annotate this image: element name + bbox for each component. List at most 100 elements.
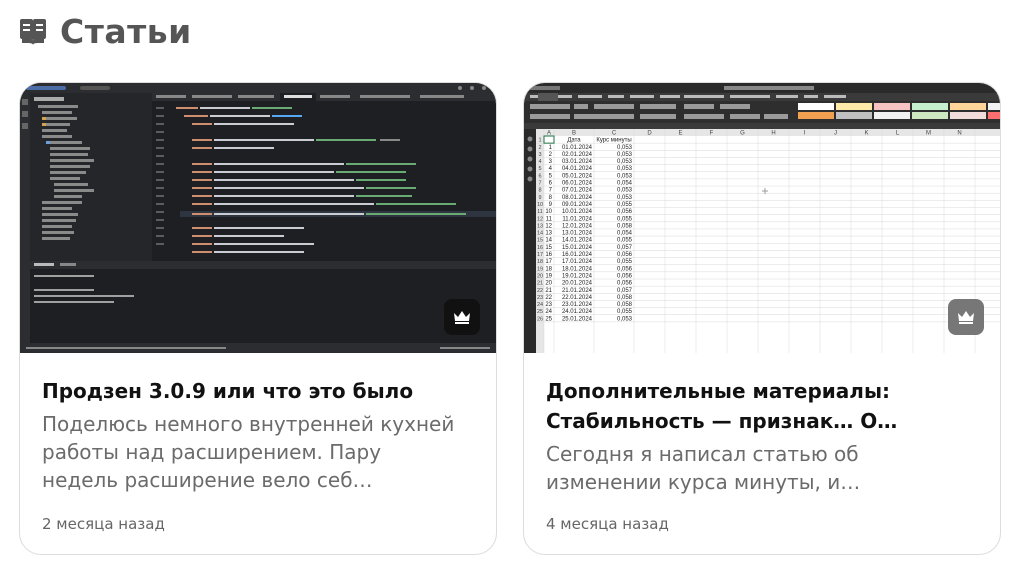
row-header: 8 [538,188,541,194]
sheet-cell: 09.01.2024 [562,202,593,208]
sheet-cell: 0,053 [617,166,633,172]
sheet-cell: 0,055 [617,259,633,265]
row-header: 21 [537,281,543,287]
row-header: 20 [537,273,543,279]
sheet-cell: 14 [545,238,552,244]
sheet-cell: 0,056 [617,209,633,215]
sheet-cell: 18 [545,266,552,272]
crown-icon [454,311,470,324]
sheet-cell: 03.01.2024 [562,159,593,165]
sheet-cell: 0,053 [617,145,633,151]
column-header: C [612,131,617,137]
sheet-cell: 17.01.2024 [562,259,593,265]
row-header: 7 [538,181,541,187]
article-card[interactable]: A B C D E F G H I J K L M N 1 Дата Курс минуты 2 1 01.01.20… [523,82,1001,555]
article-card[interactable]: Продзен 3.0.9 или что это было Поделюсь … [19,82,497,555]
sheet-cell: 05.01.2024 [562,173,593,179]
sheet-cell: 0,053 [617,152,633,158]
premium-badge [948,299,984,335]
sheet-cell: 12 [545,223,552,229]
row-header: 5 [538,166,541,172]
article-description: Поделюсь немного внутренней кухней работ… [42,412,455,492]
sheet-cell: 14.01.2024 [562,238,593,244]
sheet-cell: 18.01.2024 [562,266,593,272]
sheet-cell: 25 [545,316,552,322]
row-header: 25 [537,309,543,315]
article-description: Сегодня я написал статью об изменении ку… [546,442,861,494]
column-header: G [740,131,745,137]
sheet-cell: 24.01.2024 [562,309,593,315]
sheet-cell: 13.01.2024 [562,231,593,237]
row-header: 26 [537,316,543,322]
sheet-cell: Курс минуты [596,138,631,144]
sheet-cell: 16.01.2024 [562,252,593,258]
row-header: 3 [538,152,541,158]
article-title[interactable]: Продзен 3.0.9 или что это было [42,376,482,406]
sheet-cell: 0,058 [617,302,633,308]
row-header: 15 [537,238,543,244]
sheet-cell: 21.01.2024 [562,288,593,294]
column-header: J [834,131,837,137]
sheet-cell: 0,058 [617,223,633,229]
article-title[interactable]: Дополнительные материалы: Стабильность —… [546,376,986,436]
column-header: K [864,131,868,137]
article-date: 2 месяца назад [42,515,165,533]
row-header: 17 [537,252,543,258]
row-header: 4 [538,159,541,165]
sheet-cell: 0,054 [617,231,633,237]
sheet-cell: 02.01.2024 [562,152,593,158]
sheet-cell: 0,053 [617,188,633,194]
row-header: 11 [537,209,543,215]
sheet-cell: 17 [545,259,552,265]
sheet-cell: 22.01.2024 [562,295,593,301]
sheet-cell: 06.01.2024 [562,181,593,187]
column-header: E [678,131,682,137]
sheet-cell: 04.01.2024 [562,166,593,172]
sheet-cell: 20 [545,281,552,287]
column-header: N [957,131,961,137]
sheet-cell: 20.01.2024 [562,281,593,287]
sheet-cell: 0,056 [617,273,633,279]
sheet-cell: 0,055 [617,309,633,315]
premium-badge [444,299,480,335]
crown-icon [958,311,974,324]
sheet-cell: 19 [545,273,552,279]
sheet-cell: 15.01.2024 [562,245,593,251]
column-header: D [647,131,652,137]
sheet-cell: 24 [545,309,552,315]
sheet-cell: 0,057 [617,288,633,294]
sheet-cell: 25.01.2024 [562,316,593,322]
row-header: 2 [538,145,541,151]
sheet-cell: 0,053 [617,195,633,201]
sheet-cell: 0,055 [617,216,633,222]
column-header: F [710,131,714,137]
row-header: 16 [537,245,543,251]
sheet-cell: 01.01.2024 [562,145,593,151]
sheet-cell: 0,053 [617,173,633,179]
row-header: 24 [537,302,543,308]
sheet-cell: 12.01.2024 [562,223,593,229]
sheet-cell: Дата [567,138,581,144]
sheet-cell: 15 [545,245,552,251]
sheet-cell: 0,055 [617,238,633,244]
sheet-cell: 08.01.2024 [562,195,593,201]
sheet-cell: 22 [545,295,552,301]
row-header: 1 [538,138,541,144]
sheet-cell: 0,057 [617,245,633,251]
sheet-cell: 23 [545,302,552,308]
sheet-cell: 23.01.2024 [562,302,593,308]
row-header: 14 [537,231,543,237]
sheet-cell: 0,054 [617,181,633,187]
article-thumbnail-ide [20,83,496,353]
sheet-cell: 21 [545,288,552,294]
sheet-cell: 0,056 [617,281,633,287]
sheet-cell: 13 [545,231,552,237]
sheet-cell: 0,053 [617,316,633,322]
article-thumbnail-spreadsheet: A B C D E F G H I J K L M N 1 Дата Курс минуты 2 1 01.01.20… [524,83,1000,353]
sheet-cell: 0,056 [617,252,633,258]
row-header: 10 [537,202,543,208]
sheet-cell: 07.01.2024 [562,188,593,194]
article-date: 4 месяца назад [546,515,669,533]
row-header: 19 [537,266,543,272]
sheet-cell: 11.01.2024 [562,216,592,222]
